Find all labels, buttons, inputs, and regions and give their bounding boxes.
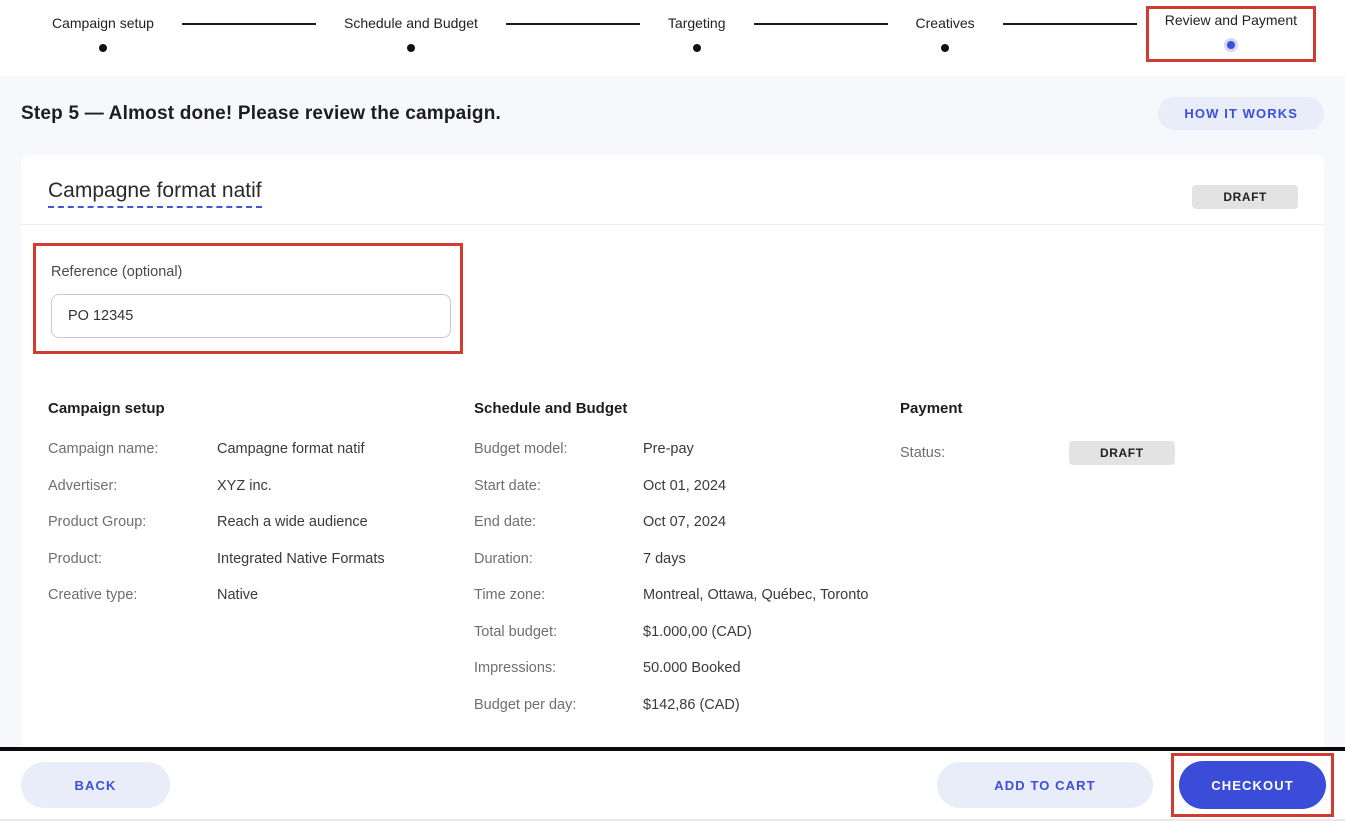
detail-value: Oct 07, 2024 bbox=[643, 514, 727, 530]
detail-label: Campaign name: bbox=[48, 441, 159, 457]
detail-value: Integrated Native Formats bbox=[217, 550, 385, 567]
detail-label: Budget model: bbox=[474, 441, 568, 457]
campaign-status-badge: DRAFT bbox=[1192, 185, 1298, 209]
add-to-cart-button[interactable]: ADD TO CART bbox=[937, 762, 1153, 808]
step-dot-icon bbox=[692, 44, 701, 52]
detail-row: Campaign name: Campagne format natif bbox=[48, 441, 474, 457]
detail-label: End date: bbox=[474, 514, 537, 530]
detail-label: Start date: bbox=[474, 477, 541, 494]
detail-label: Time zone: bbox=[474, 587, 546, 603]
detail-value: Montreal, Ottawa, Québec, Toronto bbox=[643, 587, 869, 603]
detail-label: Impressions: bbox=[474, 660, 557, 676]
detail-label: Product: bbox=[48, 550, 102, 567]
campaign-name-title[interactable]: Campagne format natif bbox=[48, 179, 262, 208]
reference-label: Reference (optional) bbox=[51, 264, 183, 280]
detail-value: Oct 01, 2024 bbox=[643, 477, 727, 494]
section-title: Schedule and Budget bbox=[474, 400, 628, 417]
checkout-annotation-frame: CHECKOUT bbox=[1171, 753, 1334, 817]
detail-value: Native bbox=[217, 587, 259, 603]
detail-row: Product Group: Reach a wide audience bbox=[48, 514, 474, 530]
campaign-review-card: Campagne format natif DRAFT Reference (o… bbox=[21, 155, 1324, 747]
detail-value: 7 days bbox=[643, 550, 686, 567]
step-campaign-setup[interactable]: Campaign setup bbox=[52, 12, 154, 52]
schedule-budget-section: Schedule and Budget Budget model: Pre-pa… bbox=[474, 400, 900, 733]
step-dot-icon bbox=[941, 44, 950, 52]
step-dot-icon bbox=[406, 44, 415, 52]
detail-row: Budget per day: $142,86 (CAD) bbox=[474, 697, 900, 713]
detail-row: Impressions: 50.000 Booked bbox=[474, 660, 900, 676]
campaign-setup-section: Campaign setup Campaign name: Campagne f… bbox=[48, 400, 474, 733]
detail-label: Budget per day: bbox=[474, 696, 577, 713]
checkout-button[interactable]: CHECKOUT bbox=[1179, 761, 1326, 809]
detail-value: $1.000,00 (CAD) bbox=[643, 623, 752, 640]
back-button[interactable]: BACK bbox=[21, 762, 170, 808]
step-dot-icon bbox=[98, 44, 107, 52]
detail-label: Duration: bbox=[474, 550, 533, 567]
detail-row: Advertiser: XYZ inc. bbox=[48, 478, 474, 494]
stepper-connector bbox=[505, 23, 640, 25]
page-title: Step 5 — Almost done! Please review the … bbox=[21, 102, 502, 124]
reference-annotation-frame: Reference (optional) bbox=[33, 243, 463, 354]
stepper-connector bbox=[1002, 23, 1137, 25]
detail-label: Creative type: bbox=[48, 587, 138, 603]
step-creatives[interactable]: Creatives bbox=[916, 12, 975, 52]
detail-value: Reach a wide audience bbox=[217, 514, 368, 530]
step-label: Targeting bbox=[667, 15, 726, 31]
step-dot-active-icon bbox=[1226, 41, 1235, 49]
step-label: Schedule and Budget bbox=[343, 15, 478, 31]
payment-section: Payment Status: DRAFT bbox=[900, 400, 1297, 733]
detail-value: $142,86 (CAD) bbox=[643, 696, 740, 713]
section-title: Payment bbox=[900, 400, 963, 417]
section-title: Campaign setup bbox=[48, 400, 165, 417]
step-schedule-and-budget[interactable]: Schedule and Budget bbox=[344, 12, 478, 52]
detail-label: Total budget: bbox=[474, 623, 558, 640]
detail-row: End date: Oct 07, 2024 bbox=[474, 514, 900, 530]
detail-row: Creative type: Native bbox=[48, 587, 474, 603]
stepper-connector bbox=[753, 23, 888, 25]
detail-label: Advertiser: bbox=[48, 477, 118, 494]
step-label: Creatives bbox=[915, 15, 975, 31]
detail-label: Status: bbox=[900, 445, 946, 461]
stepper-connector bbox=[181, 23, 316, 25]
footer-action-bar: BACK ADD TO CART CHECKOUT bbox=[0, 747, 1345, 821]
detail-row: Total budget: $1.000,00 (CAD) bbox=[474, 624, 900, 640]
progress-stepper: Campaign setup Schedule and Budget Targe… bbox=[0, 0, 1345, 76]
detail-row: Budget model: Pre-pay bbox=[474, 441, 900, 457]
detail-value: 50.000 Booked bbox=[643, 660, 741, 676]
detail-label: Product Group: bbox=[48, 514, 147, 530]
detail-row: Time zone: Montreal, Ottawa, Québec, Tor… bbox=[474, 587, 900, 603]
detail-value: XYZ inc. bbox=[217, 477, 272, 494]
detail-row: Start date: Oct 01, 2024 bbox=[474, 478, 900, 494]
step-targeting[interactable]: Targeting bbox=[668, 12, 726, 52]
detail-value: Campagne format natif bbox=[217, 441, 365, 457]
payment-status-badge: DRAFT bbox=[1069, 441, 1175, 465]
step-review-and-payment[interactable]: Review and Payment bbox=[1145, 6, 1316, 62]
reference-input[interactable] bbox=[51, 294, 451, 338]
detail-value: Pre-pay bbox=[643, 441, 694, 457]
detail-row: Duration: 7 days bbox=[474, 551, 900, 567]
detail-row: Status: DRAFT bbox=[900, 441, 1297, 465]
step-label: Campaign setup bbox=[52, 15, 154, 31]
how-it-works-button[interactable]: HOW IT WORKS bbox=[1158, 97, 1324, 130]
step-label: Review and Payment bbox=[1164, 12, 1297, 28]
detail-row: Product: Integrated Native Formats bbox=[48, 551, 474, 567]
